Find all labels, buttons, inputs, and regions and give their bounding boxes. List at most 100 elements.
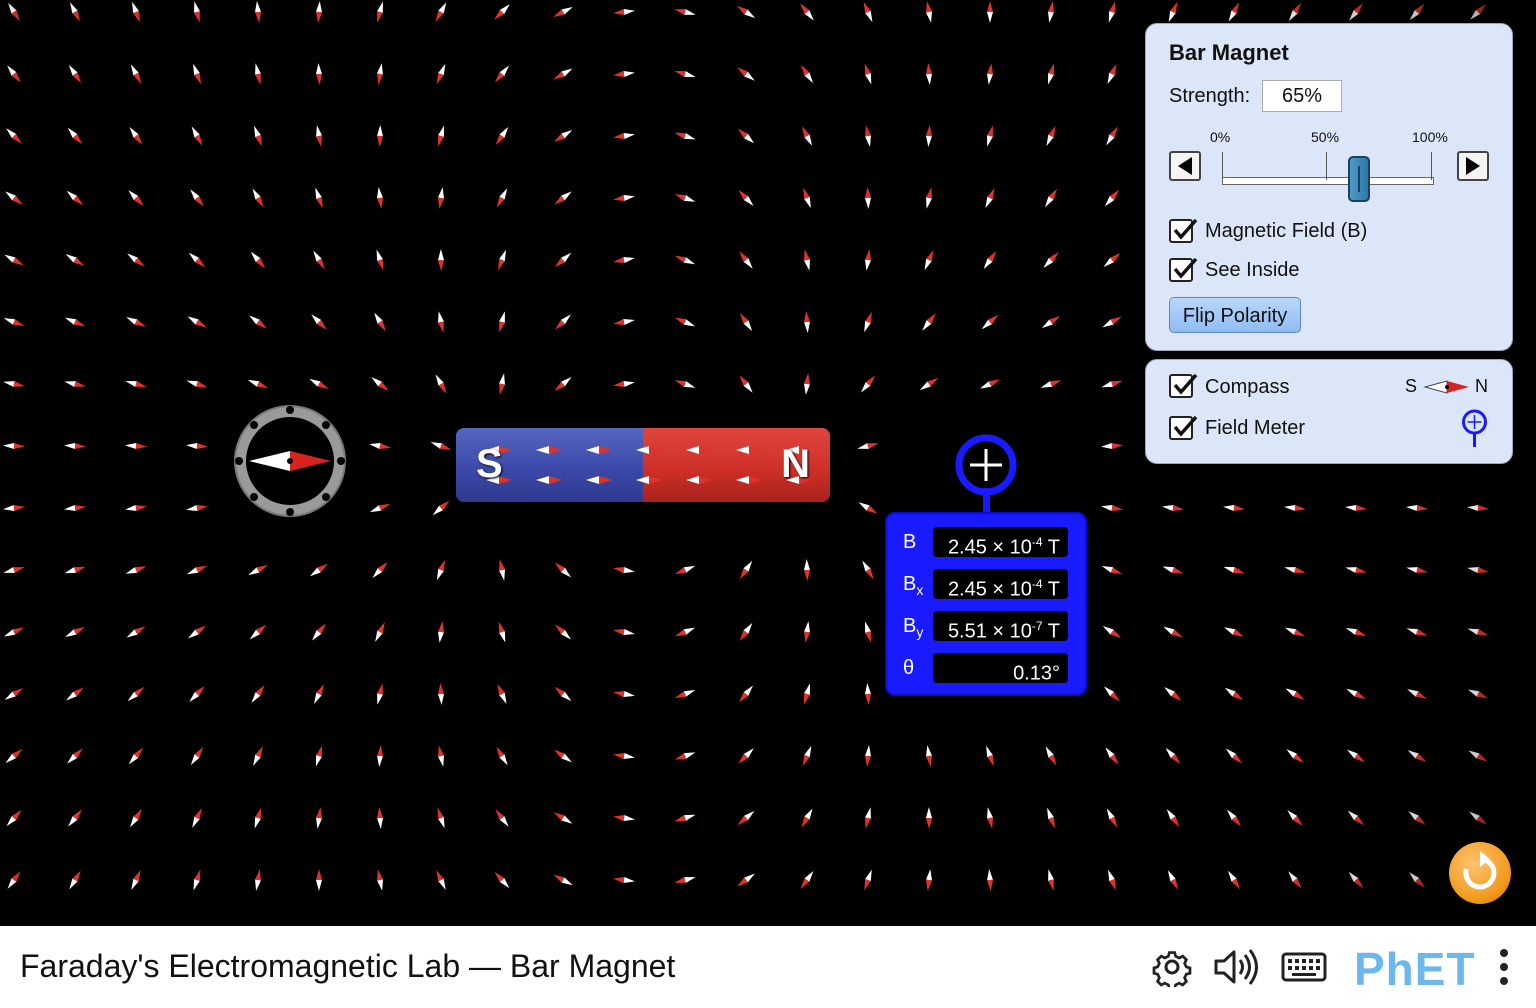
strength-decrement-button[interactable] bbox=[1169, 151, 1201, 181]
field-needle bbox=[804, 249, 810, 271]
field-needle bbox=[495, 809, 509, 827]
field-needle bbox=[7, 871, 21, 889]
keyboard-icon[interactable] bbox=[1281, 950, 1327, 984]
field-needle bbox=[494, 871, 510, 889]
field-needle bbox=[1106, 808, 1118, 828]
field-needle bbox=[1345, 628, 1367, 636]
field-meter-probe[interactable] bbox=[955, 434, 1019, 516]
field-needle bbox=[737, 873, 755, 887]
field-needle bbox=[1101, 565, 1123, 575]
field-needle bbox=[253, 746, 263, 766]
field-needle bbox=[1108, 1, 1116, 23]
field-needle bbox=[67, 127, 83, 145]
field-needle bbox=[377, 869, 383, 891]
field-needle bbox=[985, 187, 995, 209]
field-needle bbox=[1048, 1, 1054, 23]
field-needle bbox=[187, 316, 207, 328]
field-needle bbox=[194, 1, 200, 23]
field-needle bbox=[131, 870, 141, 890]
compass[interactable] bbox=[229, 400, 351, 522]
field-needle bbox=[1284, 567, 1306, 573]
meter-label-theta: θ bbox=[903, 657, 915, 679]
field-needle bbox=[7, 65, 21, 83]
field-needle bbox=[554, 562, 572, 578]
bar-magnet[interactable]: S N bbox=[456, 428, 830, 502]
magnetic-field-checkbox[interactable] bbox=[1169, 218, 1198, 243]
field-needle bbox=[1047, 63, 1055, 85]
meter-value-b: 2.45 × 10-4 T bbox=[933, 527, 1068, 559]
field-needle bbox=[377, 1, 383, 23]
flip-polarity-button[interactable]: Flip Polarity bbox=[1169, 297, 1301, 333]
checkmark-icon bbox=[1173, 415, 1198, 437]
speaker-icon[interactable] bbox=[1212, 946, 1262, 988]
kebab-menu-icon[interactable] bbox=[1494, 946, 1514, 990]
field-meter-checkbox[interactable] bbox=[1169, 415, 1198, 440]
field-needle bbox=[248, 564, 268, 576]
strength-slider-thumb[interactable] bbox=[1347, 156, 1370, 202]
field-needle bbox=[1101, 505, 1123, 511]
field-needle bbox=[313, 250, 325, 270]
field-needle bbox=[1101, 380, 1123, 388]
field-needle bbox=[499, 559, 505, 581]
field-needle bbox=[739, 312, 753, 332]
strength-increment-button[interactable] bbox=[1457, 151, 1489, 181]
field-needle bbox=[125, 381, 147, 387]
field-needle bbox=[6, 809, 22, 827]
meter-label-b: B bbox=[903, 531, 917, 553]
field-needle bbox=[437, 125, 445, 147]
field-needle bbox=[983, 251, 997, 269]
field-meter-readout[interactable]: B 2.45 × 10-4 T Bx 2.45 × 10-4 T By 5.51… bbox=[885, 512, 1087, 696]
compass-checkbox[interactable] bbox=[1169, 373, 1198, 398]
field-needle bbox=[613, 753, 635, 759]
field-needle bbox=[986, 745, 994, 767]
meter-value-theta: 0.13° bbox=[933, 653, 1068, 685]
field-needle bbox=[613, 195, 635, 201]
field-needle bbox=[674, 132, 696, 140]
inside-needle bbox=[636, 446, 662, 454]
field-needle bbox=[555, 624, 571, 640]
field-needle bbox=[800, 3, 814, 21]
field-needle bbox=[316, 869, 322, 891]
field-needle bbox=[1107, 63, 1117, 85]
strength-slider-track[interactable] bbox=[1222, 177, 1434, 185]
left-arrow-icon bbox=[1178, 157, 1192, 175]
field-needle bbox=[5, 191, 23, 205]
inside-needle bbox=[536, 476, 562, 484]
phet-logo[interactable]: PhET bbox=[1354, 942, 1476, 996]
field-needle bbox=[804, 311, 810, 333]
inside-needle bbox=[736, 476, 762, 484]
field-needle bbox=[66, 687, 84, 701]
field-needle bbox=[554, 252, 572, 268]
field-needle bbox=[980, 379, 1000, 389]
field-needle bbox=[800, 871, 814, 889]
field-needle bbox=[249, 624, 267, 640]
field-needle bbox=[1047, 807, 1055, 829]
reset-all-button[interactable] bbox=[1449, 842, 1511, 904]
field-needle bbox=[494, 65, 510, 83]
field-needle bbox=[1467, 689, 1489, 699]
bar-magnet-panel-title: Bar Magnet bbox=[1169, 40, 1289, 65]
field-needle bbox=[863, 1, 873, 23]
field-needle bbox=[435, 374, 447, 394]
field-needle bbox=[926, 187, 932, 209]
field-needle bbox=[919, 377, 939, 391]
field-needle bbox=[438, 311, 444, 333]
field-needle bbox=[497, 683, 507, 705]
meter-row-b: B 2.45 × 10-4 T bbox=[885, 527, 1087, 559]
field-needle bbox=[255, 63, 261, 85]
field-needle bbox=[1470, 4, 1486, 20]
compass-icon-s: S bbox=[1405, 376, 1418, 396]
field-needle bbox=[69, 2, 81, 22]
bar-magnet-panel: Bar Magnet Strength: 65% 0% 50% 100% Mag… bbox=[1145, 23, 1513, 351]
south-pole-label: S bbox=[476, 442, 503, 486]
see-inside-checkbox[interactable] bbox=[1169, 257, 1198, 282]
gear-icon[interactable] bbox=[1152, 947, 1192, 987]
north-pole-label: N bbox=[781, 442, 810, 486]
field-needle bbox=[249, 315, 267, 329]
field-needle bbox=[865, 621, 871, 643]
field-needle bbox=[865, 125, 871, 147]
field-needle bbox=[613, 319, 635, 325]
compass-label: Compass bbox=[1205, 376, 1290, 398]
field-needle bbox=[377, 683, 383, 705]
field-needle bbox=[255, 1, 261, 23]
